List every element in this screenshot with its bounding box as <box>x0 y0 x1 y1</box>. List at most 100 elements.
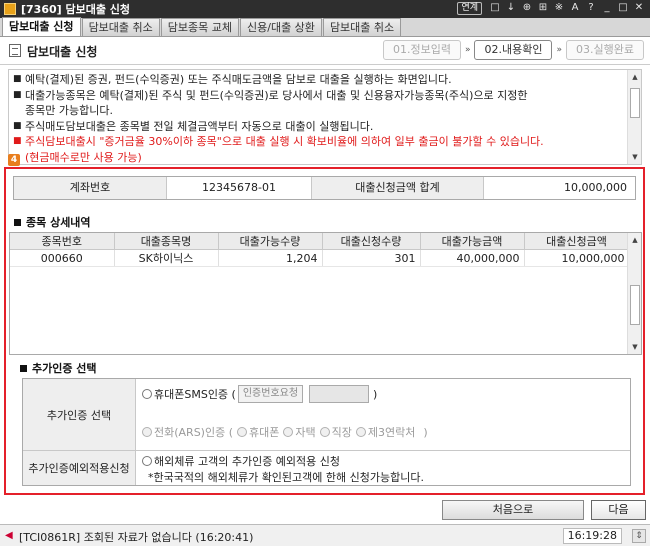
link-button[interactable]: 연계 <box>457 1 482 15</box>
app-icon <box>4 3 16 15</box>
notice-scrollbar[interactable]: ▲ ▼ <box>627 70 641 164</box>
notice-line: ■ 예탁(결제)된 증권, 펀드(수익증권) 또는 주식매도금액을 담보로 대출을… <box>13 72 625 88</box>
tab-bar: 담보대출 신청 담보대출 취소 담보종목 교체 신용/대출 상환 담보대출 취소 <box>0 17 650 37</box>
step-arrow-icon: » <box>464 45 471 55</box>
step-1-label: 정보입력 <box>410 43 451 56</box>
code-input[interactable] <box>309 385 370 403</box>
tab-credit-repay[interactable]: 신용/대출 상환 <box>240 18 322 36</box>
scroll-down-icon[interactable]: ▼ <box>628 150 641 164</box>
settings-icon[interactable]: ※ <box>552 1 566 15</box>
ars-option[interactable]: 전화(ARS)인증 ( 휴대폰 자택 직장 제3연락처 ) <box>142 424 428 440</box>
paren-text: ) <box>423 425 428 439</box>
column-header[interactable]: 대출신청수량 <box>322 233 421 250</box>
account-label: 계좌번호 <box>14 177 167 199</box>
ars-home-radio[interactable] <box>283 427 294 437</box>
ars-work-label: 직장 <box>331 426 352 439</box>
step-3-label: 실행완료 <box>593 43 634 56</box>
notice-text: (현금매수로만 사용 가능) <box>25 150 142 164</box>
column-header[interactable]: 종목번호 <box>10 233 115 250</box>
page-title: 담보대출 신청 <box>27 45 98 59</box>
column-header[interactable]: 대출가능금액 <box>420 233 525 250</box>
status-clock: 16:19:28 <box>562 528 622 544</box>
resize-icon[interactable]: ⇕ <box>632 529 646 543</box>
scroll-thumb[interactable] <box>630 88 640 118</box>
ars-mobile-radio[interactable] <box>237 427 248 437</box>
overseas-radio[interactable] <box>142 456 152 466</box>
available-amount-cell: 40,000,000 <box>420 249 525 267</box>
request-qty-cell: 301 <box>322 249 421 267</box>
help-icon[interactable]: ? <box>584 1 598 15</box>
scroll-up-icon[interactable]: ▲ <box>628 70 641 84</box>
ars-work-radio[interactable] <box>319 427 330 437</box>
auth-title-text: 추가인증 선택 <box>32 362 97 375</box>
step-indicator: 01.정보입력 » 02.내용확인 » 03.실행완료 <box>382 40 644 60</box>
column-header[interactable]: 대출종목명 <box>114 233 219 250</box>
step-3: 03.실행완료 <box>566 40 644 60</box>
ars-option-label: 전화(ARS)인증 ( <box>154 426 234 439</box>
bullet-icon: ■ <box>13 120 22 131</box>
auth-method-label: 추가인증 선택 <box>23 379 136 450</box>
notice-text: 주식매도담보대출은 종목별 전일 체결금액부터 자동으로 대출이 실행됩니다. <box>25 119 374 133</box>
paren-text: ) <box>373 387 378 401</box>
notice-line: ■ 주식매도담보대출은 종목별 전일 체결금액부터 자동으로 대출이 실행됩니다. <box>13 119 625 135</box>
table-scrollbar[interactable]: ▲ ▼ <box>627 233 641 354</box>
notice-line: 종목만 가능합니다. <box>13 103 625 119</box>
step-1: 01.정보입력 <box>382 40 461 60</box>
sms-radio[interactable] <box>142 389 152 399</box>
section-bullet-icon <box>20 364 27 372</box>
table-row[interactable]: 000660 SK하이닉스 1,204 301 40,000,000 10,00… <box>10 249 630 267</box>
close-icon[interactable]: ✕ <box>632 1 646 15</box>
auth-method-options: 휴대폰SMS인증 ( 인증번호요청 ) 전화(ARS)인증 ( 휴대폰 자택 직… <box>136 379 630 450</box>
auth-table: 추가인증 선택 휴대폰SMS인증 ( 인증번호요청 ) 전화(ARS)인증 ( … <box>22 378 631 486</box>
add-icon[interactable]: ⊕ <box>520 1 534 15</box>
confirm-panel: 계좌번호 12345678-01 대출신청금액 합계 10,000,000 종목… <box>4 167 645 495</box>
step-1-num: 01. <box>392 43 411 56</box>
status-message: [TCI0861R] 조회된 자료가 없습니다 (16:20:41) <box>19 531 254 544</box>
column-header[interactable]: 대출신청금액 <box>524 233 630 250</box>
notice-text: 대출가능종목은 예탁(결제)된 주식 및 펀드(수익증권)로 당사에서 대출 및… <box>25 88 528 102</box>
grid-icon[interactable]: ⊞ <box>536 1 550 15</box>
minimize-icon[interactable]: _ <box>600 1 614 15</box>
account-value: 12345678-01 <box>167 177 312 199</box>
status-bar: ◀ [TCI0861R] 조회된 자료가 없습니다 (16:20:41) 16:… <box>0 524 650 546</box>
stock-code-cell: 000660 <box>10 249 115 267</box>
table-header-row: 종목번호 대출종목명 대출가능수량 대출신청수량 대출가능금액 대출신청금액 <box>10 233 630 250</box>
overseas-option[interactable]: 해외체류 고객의 추가인증 예외적용 신청 <box>142 453 340 469</box>
download-icon[interactable]: ↓ <box>504 1 518 15</box>
ars-home-label: 자택 <box>295 426 316 439</box>
scroll-down-icon[interactable]: ▼ <box>628 340 642 354</box>
sms-option[interactable]: 휴대폰SMS인증 ( 인증번호요청 ) <box>142 385 377 403</box>
font-size-icon[interactable]: A <box>568 1 582 15</box>
next-button[interactable]: 다음 <box>591 500 646 520</box>
notice-text: 주식담보대출시 "증거금율 30%이하 종목"으로 대출 실행 시 확보비율에 … <box>25 135 544 148</box>
tab-loan-request[interactable]: 담보대출 신청 <box>2 17 81 36</box>
first-button[interactable]: 처음으로 <box>442 500 584 520</box>
notice-box: ■ 예탁(결제)된 증권, 펀드(수익증권) 또는 주식매도금액을 담보로 대출을… <box>8 69 642 165</box>
available-qty-cell: 1,204 <box>218 249 323 267</box>
step-badge: 4 <box>8 154 20 166</box>
sms-option-label: 휴대폰SMS인증 ( <box>154 388 236 401</box>
page-header: 담보대출 신청 01.정보입력 » 02.내용확인 » 03.실행완료 <box>0 37 650 65</box>
bullet-icon: ■ <box>13 89 22 100</box>
overseas-option-label: 해외체류 고객의 추가인증 예외적용 신청 <box>154 455 341 468</box>
maximize-icon[interactable]: □ <box>616 1 630 15</box>
tab-loan-cancel[interactable]: 담보대출 취소 <box>81 18 160 36</box>
tab-collateral-swap[interactable]: 담보종목 교체 <box>160 18 239 36</box>
scroll-up-icon[interactable]: ▲ <box>628 233 642 247</box>
ars-radio[interactable] <box>142 427 152 437</box>
total-label: 대출신청금액 합계 <box>312 177 484 199</box>
screen-icon[interactable]: □ <box>488 1 502 15</box>
request-code-button[interactable]: 인증번호요청 <box>237 385 304 403</box>
exception-label: 추가인증예외적용신청 <box>23 451 136 485</box>
ars-third-radio[interactable] <box>355 427 366 437</box>
scroll-thumb[interactable] <box>630 285 640 325</box>
total-value: 10,000,000 <box>564 181 627 194</box>
overseas-note: *한국국적의 해외체류가 확인된고객에 한해 신청가능합니다. <box>148 471 424 484</box>
column-header[interactable]: 대출가능수량 <box>218 233 323 250</box>
tab-loan-cancel-2[interactable]: 담보대출 취소 <box>322 18 402 36</box>
notice-text: 예탁(결제)된 증권, 펀드(수익증권) 또는 주식매도금액을 담보로 대출을 … <box>25 73 452 86</box>
auth-section-title: 추가인증 선택 <box>20 360 97 376</box>
notice-lines: ■ 예탁(결제)된 증권, 펀드(수익증권) 또는 주식매도금액을 담보로 대출을… <box>13 72 625 164</box>
detail-title-text: 종목 상세내역 <box>26 216 91 229</box>
auth-row-exception: 추가인증예외적용신청 해외체류 고객의 추가인증 예외적용 신청 *한국국적의 … <box>23 451 630 485</box>
